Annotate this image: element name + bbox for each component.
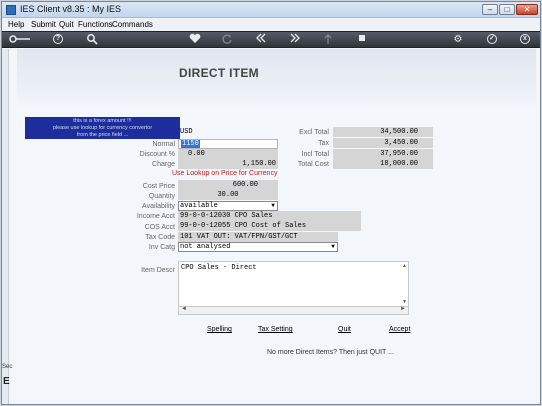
scroll-right-icon[interactable]: ► (400, 306, 406, 312)
incl-total-label: Incl Total (301, 151, 330, 158)
chevron-down-icon: ▼ (271, 202, 275, 209)
incl-total-field: 37,950.00 (333, 149, 433, 159)
availability-label: Availability (142, 203, 175, 210)
minimize-button[interactable]: – (482, 4, 498, 15)
inv-catg-label: Inv Catg (148, 244, 175, 251)
status-message: No more Direct Items? Then just QUIT ... (267, 349, 394, 356)
direct-item-panel: DIRECT ITEM this is a forex amount !!! p… (17, 49, 536, 404)
rewind-icon[interactable] (251, 33, 271, 47)
availability-select[interactable]: available ▼ (178, 201, 278, 211)
item-descr-value: CPO Sales - Direct (181, 264, 257, 272)
spelling-button[interactable]: Spelling (207, 326, 232, 333)
sidebar-section-label: Sec (2, 364, 13, 370)
settings-glyph: ⚙ (453, 34, 463, 45)
menu-help[interactable]: Help (8, 20, 24, 29)
app-window: IES Client v8.35 : My IES – □ ✕ Help Sub… (1, 1, 541, 405)
stop-icon[interactable] (352, 33, 372, 47)
charge-label: Charge (152, 161, 175, 168)
upload-icon[interactable] (318, 33, 338, 47)
income-acct-field[interactable]: 99-0-0-12030 CPO Sales (178, 211, 361, 221)
total-cost-field: 18,000.00 (333, 159, 433, 169)
close-icon[interactable]: x (515, 33, 535, 47)
page-title: DIRECT ITEM (179, 66, 259, 80)
forex-tooltip: this is a forex amount !!! please use lo… (25, 117, 180, 139)
menu-submit[interactable]: Submit (31, 20, 56, 29)
normal-label: Normal (152, 141, 175, 148)
total-cost-label: Total Cost (297, 161, 329, 168)
tax-field: 3,450.00 (333, 138, 433, 148)
settings-icon[interactable]: ⚙ (448, 33, 468, 47)
quantity-field[interactable]: 30.00 (178, 190, 278, 200)
item-descr-label: Item Descr (141, 267, 175, 274)
key-icon[interactable] (8, 33, 32, 47)
check-icon[interactable]: ✓ (482, 33, 502, 47)
tooltip-line: from the price field ... (76, 132, 129, 138)
window-title: IES Client v8.35 : My IES (20, 4, 122, 14)
chevron-down-icon: ▼ (331, 243, 335, 250)
menu-functions[interactable]: Functions (78, 20, 113, 29)
sidebar-marker[interactable]: E (3, 376, 10, 387)
cos-acct-field[interactable]: 99-0-0-12055 CPO Cost of Sales (178, 221, 361, 231)
close-window-button[interactable]: ✕ (516, 4, 538, 15)
left-sidebar: Sec E (2, 49, 13, 404)
help-icon[interactable]: ? (48, 33, 68, 47)
refresh-icon[interactable] (217, 33, 237, 47)
tax-code-field[interactable]: 101 VAT OUT: VAT/FPN/GST/GCT (178, 232, 338, 242)
normal-price-value: 1150 (181, 140, 200, 148)
scroll-left-icon[interactable]: ◄ (181, 306, 187, 312)
excl-total-field: 34,500.00 (333, 127, 433, 137)
panel-header-band (17, 49, 536, 109)
availability-value: available (180, 202, 218, 210)
excl-total-label: Excl Total (299, 129, 329, 136)
scroll-down-icon[interactable]: ▼ (402, 299, 407, 305)
search-icon[interactable] (82, 33, 102, 47)
discount-label: Discount % (139, 151, 175, 158)
close-glyph: x (520, 34, 530, 45)
cos-acct-label: COS Acct (144, 224, 175, 231)
toolbar: ? ⚙ ✓ x (2, 31, 540, 48)
tax-code-label: Tax Code (145, 234, 175, 241)
check-glyph: ✓ (487, 34, 497, 45)
tooltip-line: please use lookup for currency convertor (52, 125, 153, 131)
income-acct-label: Income Acct (136, 213, 175, 220)
currency-warning: Use Lookup on Price for Currency (172, 170, 278, 177)
help-glyph: ? (53, 34, 63, 45)
inv-catg-select[interactable]: not analysed ▼ (178, 242, 338, 252)
menu-bar: Help Submit Quit Functions Commands (2, 18, 540, 31)
quit-button[interactable]: Quit (338, 326, 351, 333)
scroll-up-icon[interactable]: ▲ (402, 263, 407, 269)
item-descr-textarea[interactable]: CPO Sales - Direct ▲ ▼ (178, 261, 409, 307)
tooltip-line: this is a forex amount !!! (73, 118, 132, 124)
accept-button[interactable]: Accept (389, 326, 410, 333)
currency-field[interactable]: USD (178, 127, 196, 137)
cost-price-label: Cost Price (142, 183, 175, 190)
quantity-label: Quantity (148, 193, 175, 200)
tax-setting-button[interactable]: Tax Setting (258, 326, 293, 333)
inv-catg-value: not analysed (180, 243, 231, 251)
horizontal-scrollbar[interactable]: ◄ ► (178, 306, 409, 315)
heart-icon[interactable] (185, 33, 205, 47)
menu-quit[interactable]: Quit (59, 20, 74, 29)
maximize-button[interactable]: □ (499, 4, 515, 15)
fast-forward-icon[interactable] (285, 33, 305, 47)
cost-price-field[interactable]: 600.00 (178, 180, 278, 190)
app-icon (6, 5, 16, 15)
tax-label: Tax (318, 140, 329, 147)
menu-commands[interactable]: Commands (112, 20, 153, 29)
title-bar: IES Client v8.35 : My IES – □ ✕ (2, 2, 540, 18)
